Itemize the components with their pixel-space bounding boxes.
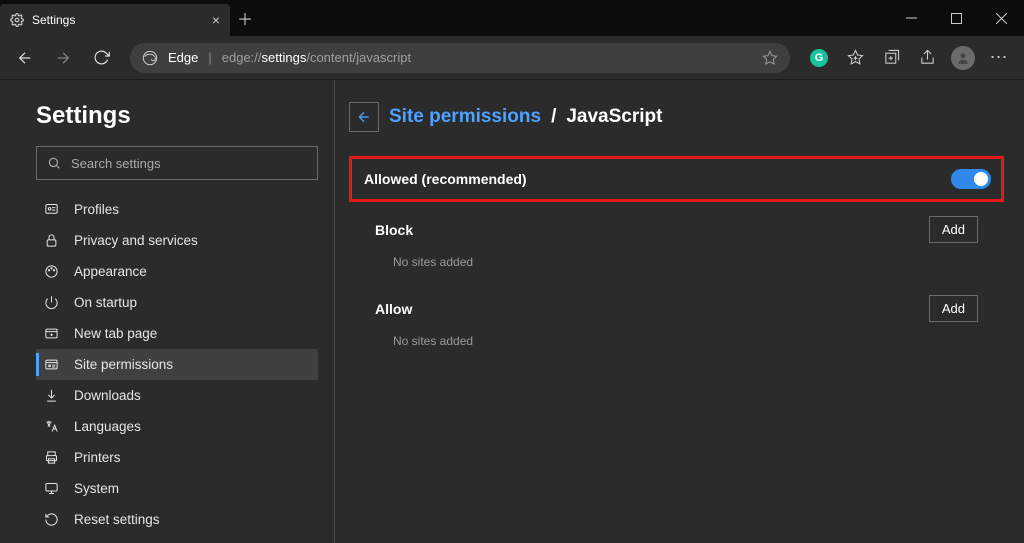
- share-icon[interactable]: [910, 41, 944, 75]
- close-window-button[interactable]: [979, 0, 1024, 36]
- download-icon: [44, 388, 60, 403]
- allowed-label: Allowed (recommended): [364, 171, 527, 187]
- system-icon: [44, 481, 60, 496]
- sidebar-item-languages[interactable]: Languages: [36, 411, 318, 442]
- newtab-icon: [44, 326, 60, 341]
- addr-url: edge://settings/content/javascript: [222, 50, 411, 65]
- addr-browser-label: Edge: [168, 50, 198, 65]
- window-controls: [889, 0, 1024, 36]
- content-back-button[interactable]: [349, 102, 379, 132]
- sidebar-item-label: Privacy and services: [74, 233, 198, 248]
- allow-section: Allow Add No sites added: [349, 295, 1004, 348]
- settings-content: Site permissions / JavaScript Allowed (r…: [335, 80, 1024, 543]
- grammarly-icon[interactable]: G: [802, 41, 836, 75]
- sidebar-item-label: Downloads: [74, 388, 141, 403]
- page-title: Settings: [36, 102, 318, 130]
- collections-icon[interactable]: [874, 41, 908, 75]
- reset-icon: [44, 512, 60, 527]
- more-menu-icon[interactable]: ⋯: [982, 41, 1016, 75]
- printer-icon: [44, 450, 60, 465]
- breadcrumb-separator: /: [551, 106, 556, 128]
- palette-icon: [44, 264, 60, 279]
- sidebar-item-label: On startup: [74, 295, 137, 310]
- sidebar-item-label: Appearance: [74, 264, 147, 279]
- settings-sidebar: Settings Profiles Privacy and services A…: [0, 80, 335, 543]
- sidebar-item-label: Site permissions: [74, 357, 173, 372]
- sidebar-item-site-permissions[interactable]: Site permissions: [36, 349, 318, 380]
- sidebar-item-privacy[interactable]: Privacy and services: [36, 225, 318, 256]
- section-title-block: Block: [375, 222, 413, 238]
- lock-icon: [44, 233, 60, 248]
- nav-back-button[interactable]: [8, 41, 42, 75]
- settings-main: Settings Profiles Privacy and services A…: [0, 80, 1024, 543]
- breadcrumb-link[interactable]: Site permissions: [389, 106, 541, 128]
- tab-title: Settings: [32, 13, 75, 27]
- sidebar-item-appearance[interactable]: Appearance: [36, 256, 318, 287]
- refresh-button[interactable]: [84, 41, 118, 75]
- addr-separator: |: [208, 50, 211, 65]
- sidebar-item-printers[interactable]: Printers: [36, 442, 318, 473]
- sidebar-item-label: New tab page: [74, 326, 157, 341]
- profile-avatar[interactable]: [946, 41, 980, 75]
- minimize-button[interactable]: [889, 0, 934, 36]
- sidebar-item-system[interactable]: System: [36, 473, 318, 504]
- language-icon: [44, 419, 60, 434]
- sidebar-item-profiles[interactable]: Profiles: [36, 194, 318, 225]
- sidebar-item-newtab[interactable]: New tab page: [36, 318, 318, 349]
- search-icon: [47, 156, 61, 170]
- favorite-star-icon[interactable]: [762, 50, 778, 66]
- close-tab-icon[interactable]: ×: [212, 12, 220, 28]
- breadcrumb-current: JavaScript: [566, 106, 662, 128]
- browser-toolbar: Edge | edge://settings/content/javascrip…: [0, 36, 1024, 80]
- sidebar-item-label: Languages: [74, 419, 141, 434]
- sidebar-item-downloads[interactable]: Downloads: [36, 380, 318, 411]
- sidebar-item-label: System: [74, 481, 119, 496]
- allowed-toggle-row: Allowed (recommended): [349, 156, 1004, 202]
- search-settings-box[interactable]: [36, 146, 318, 180]
- breadcrumb: Site permissions / JavaScript: [349, 102, 1004, 132]
- sidebar-item-label: Profiles: [74, 202, 119, 217]
- block-section: Block Add No sites added: [349, 216, 1004, 269]
- gear-icon: [10, 13, 24, 27]
- permissions-icon: [44, 357, 60, 372]
- browser-tab[interactable]: Settings ×: [0, 4, 230, 36]
- sidebar-item-label: Printers: [74, 450, 121, 465]
- search-input[interactable]: [71, 156, 307, 171]
- new-tab-button[interactable]: ＋: [230, 0, 260, 36]
- power-icon: [44, 295, 60, 310]
- extensions-area: G ⋯: [802, 41, 1016, 75]
- maximize-button[interactable]: [934, 0, 979, 36]
- address-bar[interactable]: Edge | edge://settings/content/javascrip…: [130, 43, 790, 73]
- section-title-allow: Allow: [375, 301, 412, 317]
- profile-icon: [44, 202, 60, 217]
- block-empty-text: No sites added: [375, 255, 978, 269]
- add-allow-button[interactable]: Add: [929, 295, 978, 322]
- sidebar-item-startup[interactable]: On startup: [36, 287, 318, 318]
- nav-forward-button[interactable]: [46, 41, 80, 75]
- sidebar-item-label: Reset settings: [74, 512, 160, 527]
- edge-logo-icon: [142, 50, 158, 66]
- sidebar-item-reset[interactable]: Reset settings: [36, 504, 318, 535]
- allowed-toggle[interactable]: [951, 169, 991, 189]
- window-titlebar: Settings × ＋: [0, 0, 1024, 36]
- favorites-icon[interactable]: [838, 41, 872, 75]
- add-block-button[interactable]: Add: [929, 216, 978, 243]
- allow-empty-text: No sites added: [375, 334, 978, 348]
